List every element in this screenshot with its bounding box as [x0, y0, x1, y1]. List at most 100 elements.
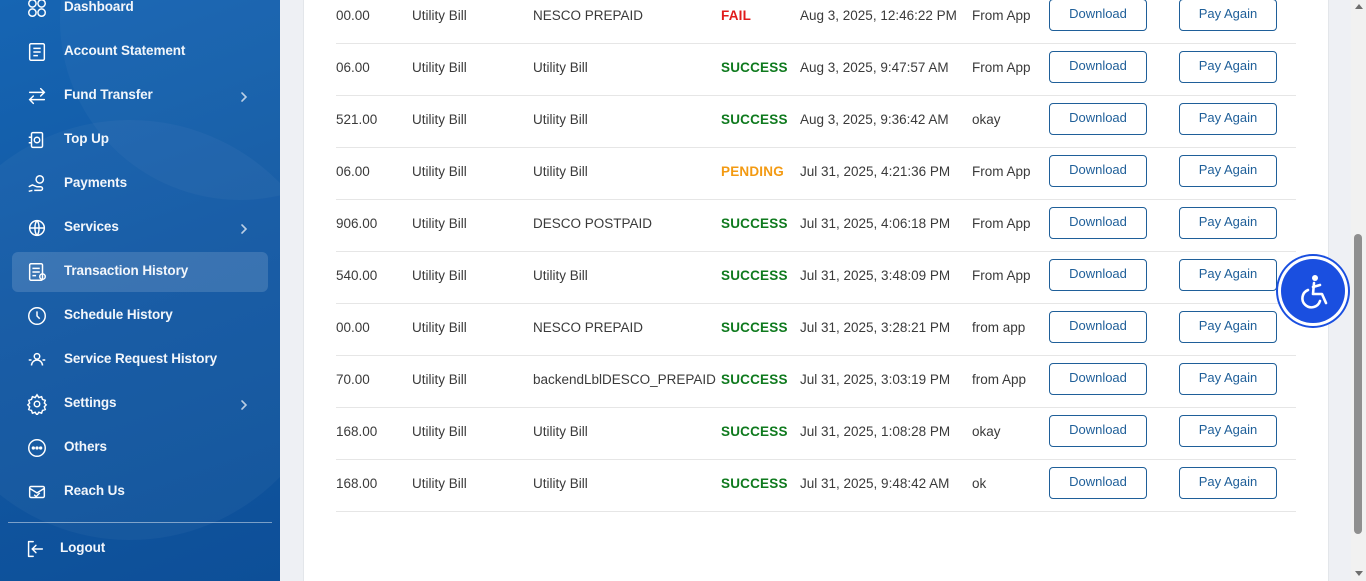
- remarks-cell: okay: [972, 112, 1001, 127]
- pay-again-button[interactable]: Pay Again: [1179, 311, 1277, 343]
- amount-cell: 06.00: [336, 164, 370, 179]
- download-button[interactable]: Download: [1049, 467, 1147, 499]
- download-button[interactable]: Download: [1049, 0, 1147, 31]
- sidebar-item-others[interactable]: Others: [12, 428, 268, 468]
- status-badge: SUCCESS: [721, 320, 788, 335]
- biller-cell: Utility Bill: [533, 60, 588, 75]
- transaction-type-cell: Utility Bill: [412, 112, 467, 127]
- accessibility-icon: [1301, 275, 1328, 309]
- pay-again-button[interactable]: Pay Again: [1179, 0, 1277, 31]
- sidebar: Dashboard Account Statement Fund Transfer T…: [0, 0, 280, 581]
- transaction-type-cell: Utility Bill: [412, 372, 467, 387]
- pay-again-button[interactable]: Pay Again: [1179, 415, 1277, 447]
- table-row: 00.00 Utility Bill NESCO PREPAID FAIL Aug 3,…: [336, 0, 1296, 44]
- chevron-right-icon: [238, 90, 250, 102]
- accessibility-button[interactable]: [1281, 259, 1345, 323]
- pay-again-button[interactable]: Pay Again: [1179, 467, 1277, 499]
- sidebar-item-service-request-history[interactable]: Service Request History: [12, 340, 268, 380]
- logout-label: Logout: [60, 540, 106, 555]
- clock-icon: [26, 305, 48, 327]
- datetime-cell: Aug 3, 2025, 12:46:22 PM: [800, 8, 957, 23]
- download-button[interactable]: Download: [1049, 155, 1147, 187]
- remarks-cell: From App: [972, 268, 1031, 283]
- reach-us-icon: [26, 481, 48, 503]
- table-row: 70.00 Utility Bill backendLblDESCO_PREPAID…: [336, 355, 1296, 408]
- table-row: 06.00 Utility Bill Utility Bill PENDING Jul …: [336, 147, 1296, 200]
- sidebar-item-label: Reach Us: [64, 483, 125, 498]
- transaction-history-panel: 00.00 Utility Bill NESCO PREPAID FAIL Aug 3,…: [303, 0, 1329, 581]
- transaction-type-cell: Utility Bill: [412, 60, 467, 75]
- remarks-cell: from app: [972, 320, 1026, 335]
- download-button[interactable]: Download: [1049, 207, 1147, 239]
- sidebar-item-settings[interactable]: Settings: [12, 384, 268, 424]
- download-button[interactable]: Download: [1049, 259, 1147, 291]
- sidebar-item-fund-transfer[interactable]: Fund Transfer: [12, 76, 268, 116]
- download-button[interactable]: Download: [1049, 51, 1147, 83]
- dashboard-icon: [26, 0, 48, 19]
- biller-cell: Utility Bill: [533, 424, 588, 439]
- biller-cell: NESCO PREPAID: [533, 8, 644, 23]
- datetime-cell: Jul 31, 2025, 9:48:42 AM: [800, 476, 950, 491]
- transaction-type-cell: Utility Bill: [412, 164, 467, 179]
- sidebar-item-schedule-history[interactable]: Schedule History: [12, 296, 268, 336]
- sidebar-item-top-up[interactable]: Top Up: [12, 120, 268, 160]
- sidebar-item-label: Fund Transfer: [64, 87, 153, 102]
- amount-cell: 521.00: [336, 112, 378, 127]
- pay-again-button[interactable]: Pay Again: [1179, 259, 1277, 291]
- top-up-icon: [26, 129, 48, 151]
- sidebar-item-label: Settings: [64, 395, 117, 410]
- amount-cell: 540.00: [336, 268, 378, 283]
- datetime-cell: Jul 31, 2025, 3:03:19 PM: [800, 372, 951, 387]
- pay-again-button[interactable]: Pay Again: [1179, 51, 1277, 83]
- pay-again-button[interactable]: Pay Again: [1179, 363, 1277, 395]
- sidebar-divider: [8, 522, 272, 523]
- chevron-right-icon: [238, 398, 250, 410]
- biller-cell: NESCO PREPAID: [533, 320, 644, 335]
- sidebar-item-services[interactable]: Services: [12, 208, 268, 248]
- download-button[interactable]: Download: [1049, 311, 1147, 343]
- pay-again-button[interactable]: Pay Again: [1179, 155, 1277, 187]
- pay-again-button[interactable]: Pay Again: [1179, 103, 1277, 135]
- table-row: 540.00 Utility Bill Utility Bill SUCCESS Jul…: [336, 251, 1296, 304]
- sidebar-item-dashboard[interactable]: Dashboard: [12, 0, 268, 28]
- sidebar-item-label: Payments: [64, 175, 127, 190]
- sidebar-item-payments[interactable]: Payments: [12, 164, 268, 204]
- transaction-history-icon: [26, 261, 48, 283]
- status-badge: SUCCESS: [721, 372, 788, 387]
- download-button[interactable]: Download: [1049, 103, 1147, 135]
- logout-button[interactable]: Logout: [12, 529, 268, 569]
- scroll-down-arrow-icon[interactable]: [1355, 571, 1363, 576]
- remarks-cell: From App: [972, 164, 1031, 179]
- status-badge: SUCCESS: [721, 476, 788, 491]
- sidebar-item-label: Account Statement: [64, 43, 186, 58]
- pay-again-button[interactable]: Pay Again: [1179, 207, 1277, 239]
- biller-cell: Utility Bill: [533, 112, 588, 127]
- status-badge: SUCCESS: [721, 112, 788, 127]
- table-row: 521.00 Utility Bill Utility Bill SUCCESS Aug…: [336, 95, 1296, 148]
- chevron-right-icon: [238, 222, 250, 234]
- scroll-thumb[interactable]: [1354, 234, 1362, 534]
- sidebar-item-label: Service Request History: [64, 351, 218, 366]
- remarks-cell: from App: [972, 372, 1027, 387]
- transaction-type-cell: Utility Bill: [412, 476, 467, 491]
- download-button[interactable]: Download: [1049, 363, 1147, 395]
- status-badge: FAIL: [721, 8, 752, 23]
- table-row: 00.00 Utility Bill NESCO PREPAID SUCCESS Jul…: [336, 303, 1296, 356]
- account-statement-icon: [26, 41, 48, 63]
- remarks-cell: ok: [972, 476, 987, 491]
- sidebar-item-transaction-history[interactable]: Transaction History: [12, 252, 268, 292]
- sidebar-item-label: Top Up: [64, 131, 109, 146]
- status-badge: PENDING: [721, 164, 784, 179]
- status-badge: SUCCESS: [721, 216, 788, 231]
- sidebar-item-reach-us[interactable]: Reach Us: [12, 472, 268, 512]
- sidebar-item-label: Others: [64, 439, 107, 454]
- service-request-icon: [26, 349, 48, 371]
- scroll-up-arrow-icon[interactable]: [1355, 4, 1363, 9]
- sidebar-item-account-statement[interactable]: Account Statement: [12, 32, 268, 72]
- amount-cell: 00.00: [336, 320, 370, 335]
- page-scrollbar[interactable]: [1351, 0, 1366, 581]
- amount-cell: 168.00: [336, 476, 378, 491]
- amount-cell: 00.00: [336, 8, 370, 23]
- services-icon: [26, 217, 48, 239]
- download-button[interactable]: Download: [1049, 415, 1147, 447]
